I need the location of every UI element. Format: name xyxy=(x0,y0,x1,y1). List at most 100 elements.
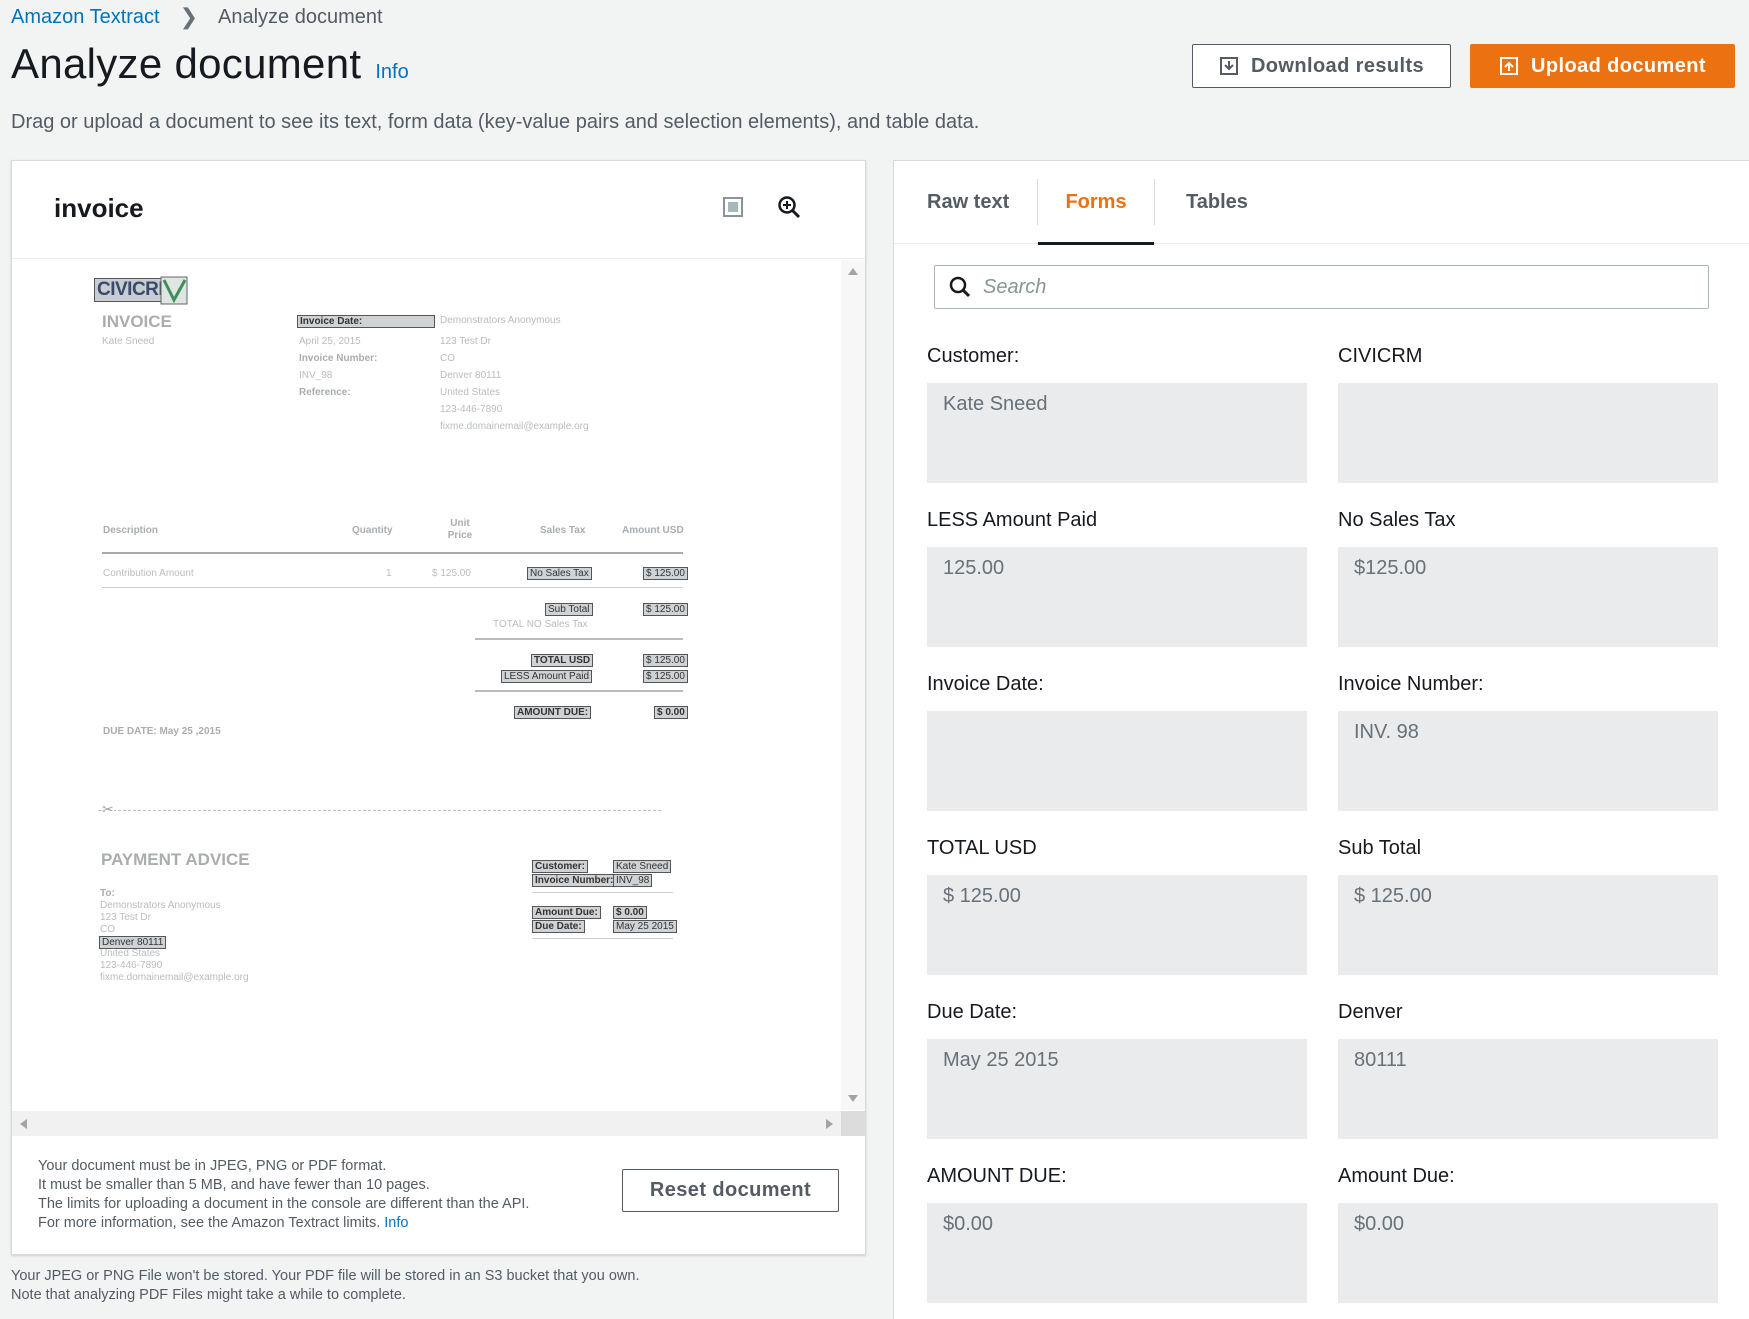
doc-row-unit-price: $ 125.00 xyxy=(432,568,471,579)
form-field: Amount Due: $0.00 xyxy=(1338,1165,1718,1303)
doc-logo-icon xyxy=(160,276,188,305)
form-field: CIVICRM xyxy=(1338,345,1718,483)
download-icon xyxy=(1219,57,1238,75)
form-value: $0.00 xyxy=(927,1203,1307,1303)
page-description: Drag or upload a document to see its tex… xyxy=(11,111,980,133)
storage-note-line-2: Note that analyzing PDF Files might take… xyxy=(11,1287,406,1303)
doc-address-1: 123 Test Dr xyxy=(440,336,491,347)
requirement-line-3: The limits for uploading a document in t… xyxy=(38,1196,530,1212)
document-viewer[interactable]: CIVICRM INVOICE Kate Sneed Invoice Date:… xyxy=(12,260,865,1136)
doc-pa-amount-label: Amount Due: xyxy=(532,906,601,919)
doc-pa-invoice-value: INV_98 xyxy=(613,874,653,887)
results-tabs: Raw text Forms Tables xyxy=(894,161,1749,245)
form-key: AMOUNT DUE: xyxy=(927,1165,1067,1187)
doc-due-date: DUE DATE: May 25 ,2015 xyxy=(103,726,221,737)
doc-row-description: Contribution Amount xyxy=(103,568,194,579)
doc-to-address-4: United States xyxy=(100,948,161,959)
form-key: Customer: xyxy=(927,345,1020,367)
vertical-scrollbar[interactable] xyxy=(841,260,865,1110)
header-info-link[interactable]: Info xyxy=(375,61,408,84)
doc-subtotal-rule xyxy=(475,638,683,640)
doc-less-paid-label: LESS Amount Paid xyxy=(501,670,593,683)
form-field: Customer: Kate Sneed xyxy=(927,345,1307,483)
tab-forms[interactable]: Forms xyxy=(1038,161,1154,245)
doc-subtotal-value: $ 125.00 xyxy=(643,603,688,616)
form-field: No Sales Tax $125.00 xyxy=(1338,509,1718,647)
form-field: Invoice Date: xyxy=(927,673,1307,811)
form-key: TOTAL USD xyxy=(927,837,1037,859)
doc-th-sales-tax: Sales Tax xyxy=(540,525,586,536)
doc-invoice-number-value: INV_98 xyxy=(299,370,333,381)
document-panel-header: invoice xyxy=(12,161,865,259)
doc-amount-due-value: $ 0.00 xyxy=(654,706,688,719)
scroll-right-icon[interactable] xyxy=(826,1119,833,1129)
fit-page-icon[interactable] xyxy=(723,197,743,222)
page-title: Analyze document xyxy=(11,40,362,87)
horizontal-scrollbar[interactable] xyxy=(12,1111,865,1136)
results-panel: Raw text Forms Tables Search Customer: Ka… xyxy=(893,160,1749,1319)
download-results-button[interactable]: Download results xyxy=(1192,44,1451,88)
scroll-left-icon[interactable] xyxy=(20,1119,27,1129)
doc-to-label: To: xyxy=(100,888,115,899)
form-key: Invoice Date: xyxy=(927,673,1044,695)
tab-raw-text[interactable]: Raw text xyxy=(927,161,1009,244)
form-key: Denver xyxy=(1338,1001,1403,1023)
form-value: $125.00 xyxy=(1338,547,1718,647)
scroll-up-icon[interactable] xyxy=(848,268,858,275)
search-input[interactable]: Search xyxy=(934,265,1709,309)
form-value xyxy=(1338,383,1718,483)
document-name: invoice xyxy=(54,193,144,223)
form-key: Sub Total xyxy=(1338,837,1422,859)
storage-note: Your JPEG or PNG File won't be stored. Y… xyxy=(11,1267,639,1305)
doc-invoice-heading: INVOICE xyxy=(102,312,172,331)
doc-th-unit-price: Unit Price xyxy=(447,518,473,541)
tab-tables[interactable]: Tables xyxy=(1186,161,1248,244)
doc-invoice-date-label: Invoice Date: xyxy=(297,315,435,328)
breadcrumb-root-link[interactable]: Amazon Textract xyxy=(11,6,160,29)
doc-th-quantity: Quantity xyxy=(352,525,393,536)
doc-address-6: fixme.domainemail@example.org xyxy=(440,421,589,432)
doc-th-description: Description xyxy=(103,525,159,536)
zoom-in-icon[interactable] xyxy=(777,195,801,224)
upload-icon xyxy=(1500,57,1519,75)
doc-pa-customer-label: Customer: xyxy=(532,860,589,873)
form-key: LESS Amount Paid xyxy=(927,509,1098,531)
doc-pa-due-value: May 25 2015 xyxy=(613,920,677,933)
doc-pa-customer-value: Kate Sneed xyxy=(613,860,672,873)
doc-total-usd-value: $ 125.00 xyxy=(643,654,688,667)
storage-note-line-1: Your JPEG or PNG File won't be stored. Y… xyxy=(11,1268,640,1284)
doc-address-4: United States xyxy=(440,387,501,398)
doc-pa-amount-value: $ 0.00 xyxy=(613,906,647,919)
doc-row-quantity: 1 xyxy=(386,568,392,579)
form-value: Kate Sneed xyxy=(927,383,1307,483)
doc-row-sales-tax: No Sales Tax xyxy=(527,567,592,580)
document-preview: CIVICRM INVOICE Kate Sneed Invoice Date:… xyxy=(12,260,841,1111)
scissors-icon: ✂ xyxy=(102,801,114,818)
doc-total-no-tax: TOTAL NO Sales Tax xyxy=(493,619,588,630)
document-panel: invoice CIVICRM INVOICE Kate Sneed Invoi… xyxy=(11,160,866,1255)
limits-info-link[interactable]: Info xyxy=(384,1215,408,1231)
doc-less-paid-value: $ 125.00 xyxy=(643,670,688,683)
doc-to-address-2: CO xyxy=(100,924,115,935)
doc-reference-label: Reference: xyxy=(299,387,351,398)
doc-cut-line xyxy=(98,810,661,811)
form-value: $ 125.00 xyxy=(927,875,1307,975)
doc-total-usd-label: TOTAL USD xyxy=(531,654,594,667)
form-key: CIVICRM xyxy=(1338,345,1423,367)
upload-document-button[interactable]: Upload document xyxy=(1470,44,1735,88)
scroll-down-icon[interactable] xyxy=(848,1095,858,1102)
form-field: Denver 80111 xyxy=(1338,1001,1718,1139)
doc-payment-advice: PAYMENT ADVICE xyxy=(101,850,250,869)
form-field: Due Date: May 25 2015 xyxy=(927,1001,1307,1139)
active-tab-underline xyxy=(1038,242,1154,245)
form-value: 125.00 xyxy=(927,547,1307,647)
page: Amazon Textract ❯ Analyze document Analy… xyxy=(0,0,1749,1319)
form-value: INV. 98 xyxy=(1338,711,1718,811)
reset-document-button[interactable]: Reset document xyxy=(622,1169,839,1212)
form-key: Invoice Number: xyxy=(1338,673,1484,695)
form-field: Invoice Number: INV. 98 xyxy=(1338,673,1718,811)
form-value xyxy=(927,711,1307,811)
doc-invoice-date-value: April 25, 2015 xyxy=(299,336,361,347)
form-value: 80111 xyxy=(1338,1039,1718,1139)
breadcrumb-chevron-icon: ❯ xyxy=(179,4,199,29)
